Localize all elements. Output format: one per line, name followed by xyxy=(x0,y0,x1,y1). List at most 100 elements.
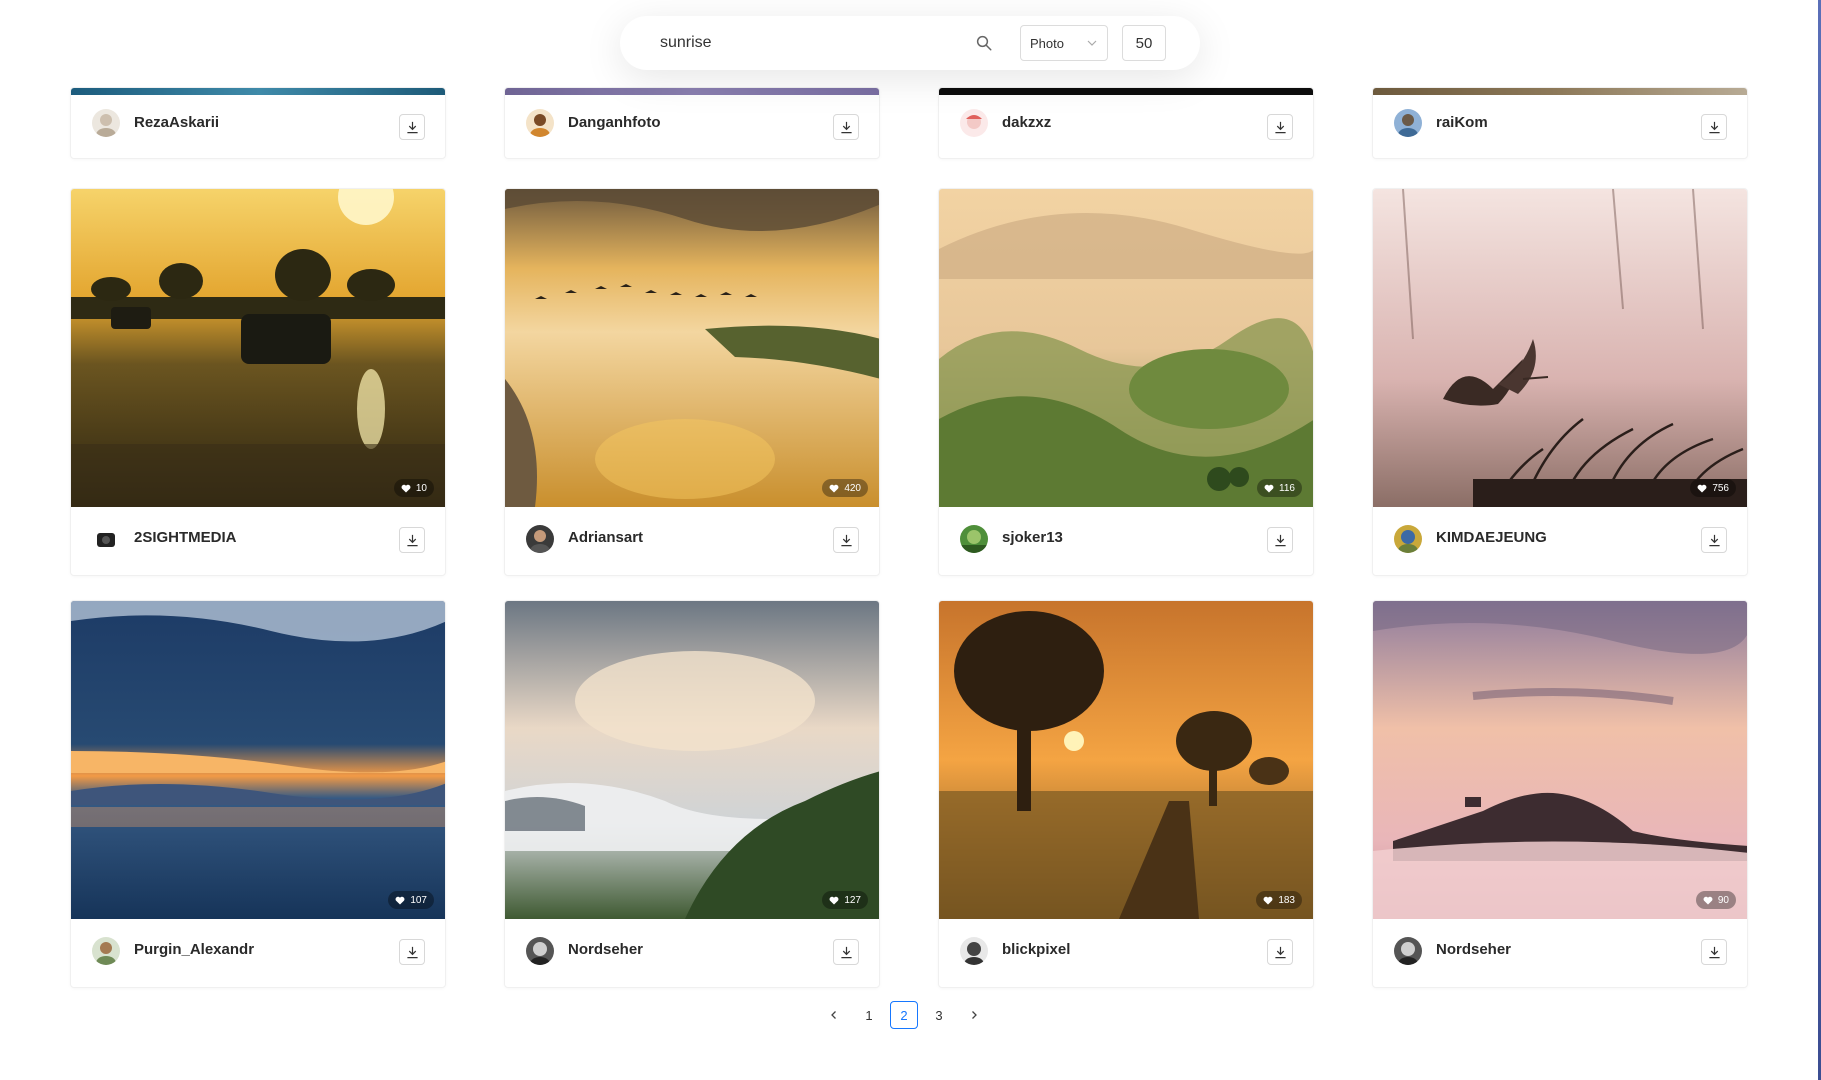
author-name[interactable]: RezaAskarii xyxy=(134,114,219,131)
photo-card[interactable]: 10 2SIGHTMEDIA xyxy=(70,188,446,576)
download-button[interactable] xyxy=(1701,114,1727,140)
chevron-left-icon xyxy=(831,1011,836,1019)
avatar xyxy=(92,525,120,553)
photo-thumbnail[interactable]: 127 xyxy=(505,601,879,919)
heart-icon xyxy=(829,896,839,904)
avatar xyxy=(526,525,554,553)
like-count: 10 xyxy=(415,482,427,494)
download-icon xyxy=(840,946,852,958)
like-count-badge: 107 xyxy=(388,891,434,909)
page-button-1[interactable]: 1 xyxy=(855,1001,883,1029)
download-button[interactable] xyxy=(833,114,859,140)
heart-icon xyxy=(1703,896,1713,904)
download-icon xyxy=(1274,534,1286,546)
chevron-down-icon xyxy=(1087,40,1097,46)
heart-icon xyxy=(1264,484,1274,492)
avatar xyxy=(1394,937,1422,965)
author-name[interactable]: Danganhfoto xyxy=(568,114,660,131)
photo-card[interactable]: 183 blickpixel xyxy=(938,600,1314,988)
card-footer: 2SIGHTMEDIA xyxy=(71,505,445,575)
like-count: 116 xyxy=(1279,482,1295,494)
next-page-button[interactable] xyxy=(960,1001,988,1029)
photo-card[interactable]: RezaAskarii xyxy=(70,87,446,159)
chevron-right-icon xyxy=(972,1011,977,1019)
download-icon xyxy=(840,534,852,546)
like-count: 107 xyxy=(410,894,427,906)
download-icon xyxy=(1708,121,1720,133)
like-count: 183 xyxy=(1278,894,1295,906)
prev-page-button[interactable] xyxy=(820,1001,848,1029)
per-page-input[interactable]: 50 xyxy=(1122,25,1166,61)
author-name[interactable]: sjoker13 xyxy=(1002,529,1063,546)
download-icon xyxy=(1708,946,1720,958)
avatar xyxy=(526,109,554,137)
page-button-2[interactable]: 2 xyxy=(890,1001,918,1029)
photo-card[interactable]: 107 Purgin_Alexandr xyxy=(70,600,446,988)
download-button[interactable] xyxy=(1701,939,1727,965)
author-name[interactable]: dakzxz xyxy=(1002,114,1051,131)
author-name[interactable]: Purgin_Alexandr xyxy=(134,941,254,958)
heart-icon xyxy=(829,484,839,492)
card-footer: Purgin_Alexandr xyxy=(71,917,445,987)
search-input[interactable] xyxy=(660,31,960,55)
card-footer: raiKom xyxy=(1373,88,1747,158)
like-count-badge: 183 xyxy=(1256,891,1302,909)
author-name[interactable]: Nordseher xyxy=(568,941,643,958)
photo-thumbnail[interactable]: 90 xyxy=(1373,601,1747,919)
download-button[interactable] xyxy=(833,527,859,553)
photo-thumbnail[interactable]: 116 xyxy=(939,189,1313,507)
photo-thumbnail[interactable]: 756 xyxy=(1373,189,1747,507)
avatar xyxy=(960,109,988,137)
download-icon xyxy=(406,946,418,958)
author-name[interactable]: 2SIGHTMEDIA xyxy=(134,529,237,546)
search-icon[interactable] xyxy=(975,34,993,52)
avatar xyxy=(1394,525,1422,553)
download-icon xyxy=(1274,946,1286,958)
author-name[interactable]: Nordseher xyxy=(1436,941,1511,958)
heart-icon xyxy=(1263,896,1273,904)
photo-thumbnail[interactable]: 107 xyxy=(71,601,445,919)
photo-card[interactable]: Danganhfoto xyxy=(504,87,880,159)
photo-thumbnail[interactable]: 420 xyxy=(505,189,879,507)
download-button[interactable] xyxy=(1267,527,1293,553)
heart-icon xyxy=(1697,484,1707,492)
card-footer: KIMDAEJEUNG xyxy=(1373,505,1747,575)
card-footer: RezaAskarii xyxy=(71,88,445,158)
photo-card[interactable]: dakzxz xyxy=(938,87,1314,159)
type-select[interactable]: Photo xyxy=(1020,25,1108,61)
photo-card[interactable]: raiKom xyxy=(1372,87,1748,159)
avatar xyxy=(526,937,554,965)
photo-card[interactable]: 127 Nordseher xyxy=(504,600,880,988)
download-button[interactable] xyxy=(1267,939,1293,965)
author-name[interactable]: raiKom xyxy=(1436,114,1488,131)
photo-card[interactable]: 90 Nordseher xyxy=(1372,600,1748,988)
page-button-3[interactable]: 3 xyxy=(925,1001,953,1029)
photo-card[interactable]: 420 Adriansart xyxy=(504,188,880,576)
card-footer: sjoker13 xyxy=(939,505,1313,575)
download-icon xyxy=(406,121,418,133)
avatar xyxy=(1394,109,1422,137)
download-button[interactable] xyxy=(399,939,425,965)
avatar xyxy=(92,937,120,965)
author-name[interactable]: Adriansart xyxy=(568,529,643,546)
like-count-badge: 116 xyxy=(1257,479,1302,497)
author-name[interactable]: blickpixel xyxy=(1002,941,1070,958)
photo-card[interactable]: 116 sjoker13 xyxy=(938,188,1314,576)
heart-icon xyxy=(401,484,411,492)
download-icon xyxy=(840,121,852,133)
card-footer: Adriansart xyxy=(505,505,879,575)
photo-thumbnail[interactable]: 183 xyxy=(939,601,1313,919)
download-button[interactable] xyxy=(399,527,425,553)
download-icon xyxy=(1274,121,1286,133)
card-footer: Nordseher xyxy=(1373,917,1747,987)
photo-card[interactable]: 756 KIMDAEJEUNG xyxy=(1372,188,1748,576)
download-button[interactable] xyxy=(833,939,859,965)
download-button[interactable] xyxy=(1267,114,1293,140)
like-count-badge: 420 xyxy=(822,479,868,497)
avatar xyxy=(92,109,120,137)
author-name[interactable]: KIMDAEJEUNG xyxy=(1436,529,1547,546)
download-button[interactable] xyxy=(399,114,425,140)
download-button[interactable] xyxy=(1701,527,1727,553)
per-page-value: 50 xyxy=(1135,34,1153,52)
photo-thumbnail[interactable]: 10 xyxy=(71,189,445,507)
